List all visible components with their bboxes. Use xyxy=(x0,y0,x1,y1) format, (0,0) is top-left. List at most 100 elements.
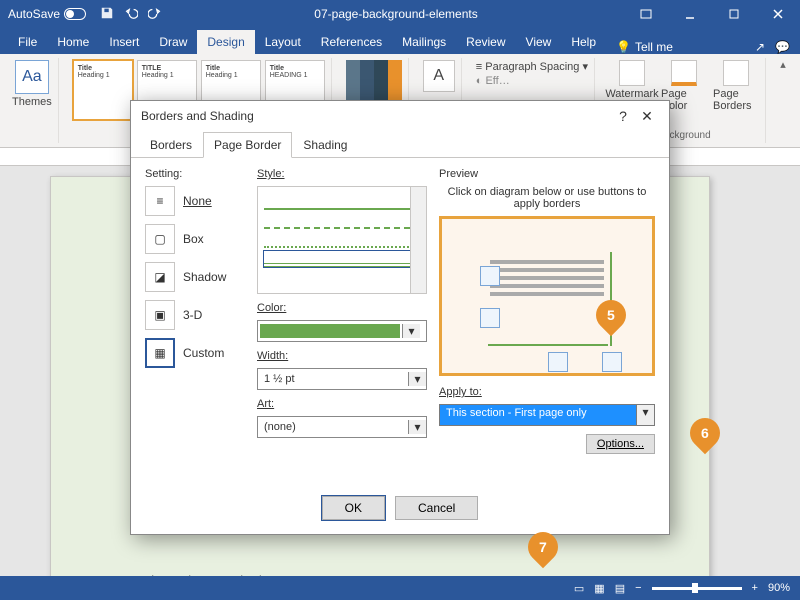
width-value: 1 ½ pt xyxy=(258,373,408,385)
tab-mailings[interactable]: Mailings xyxy=(392,30,456,54)
redo-icon[interactable] xyxy=(148,6,162,23)
chevron-down-icon: ▾ xyxy=(408,420,426,434)
shadow-icon: ◪ xyxy=(145,262,175,292)
dialog-help-icon[interactable]: ? xyxy=(611,108,635,124)
setting-custom[interactable]: ▦Custom xyxy=(145,338,245,368)
maximize-icon[interactable] xyxy=(712,0,756,28)
style-column: Style: Color: ▾ Width: 1 ½ pt▾ Art: (non… xyxy=(257,168,427,480)
border-top-button[interactable] xyxy=(480,266,500,286)
setting-box[interactable]: ▢Box xyxy=(145,224,245,254)
setting-column: Setting: ≡None ▢Box ◪Shadow ▣3-D ▦Custom xyxy=(145,168,245,480)
dialog-tab-page-border[interactable]: Page Border xyxy=(203,132,292,158)
tab-review[interactable]: Review xyxy=(456,30,515,54)
setting-shadow[interactable]: ◪Shadow xyxy=(145,262,245,292)
tab-layout[interactable]: Layout xyxy=(255,30,311,54)
themes-label: Themes xyxy=(12,96,52,108)
border-left-button[interactable] xyxy=(480,308,500,328)
setting-3d[interactable]: ▣3-D xyxy=(145,300,245,330)
dialog-tab-borders[interactable]: Borders xyxy=(139,132,203,158)
dialog-titlebar: Borders and Shading ? ✕ xyxy=(131,101,669,131)
style-option[interactable] xyxy=(264,232,420,248)
undo-icon[interactable] xyxy=(124,6,138,23)
tab-view[interactable]: View xyxy=(516,30,562,54)
preview-box xyxy=(439,216,655,376)
tell-me-search[interactable]: 💡 Tell me xyxy=(606,40,683,54)
color-label: Color: xyxy=(257,302,427,314)
zoom-out-icon[interactable]: − xyxy=(635,582,641,594)
tab-references[interactable]: References xyxy=(311,30,392,54)
scrollbar[interactable] xyxy=(410,187,426,293)
save-icon[interactable] xyxy=(100,6,114,23)
tell-me-label: Tell me xyxy=(635,40,673,54)
ribbon-tab-strip: File Home Insert Draw Design Layout Refe… xyxy=(0,28,800,54)
none-icon: ≡ xyxy=(145,186,175,216)
tab-file[interactable]: File xyxy=(8,30,47,54)
print-layout-icon[interactable]: ▦ xyxy=(594,582,604,595)
dialog-tabs: Borders Page Border Shading xyxy=(131,131,669,158)
apply-to-label: Apply to: xyxy=(439,386,655,398)
tab-design[interactable]: Design xyxy=(197,30,254,54)
setting-none[interactable]: ≡None xyxy=(145,186,245,216)
effects-button[interactable]: ◐ Eff… xyxy=(476,75,588,87)
themes-button[interactable]: Aa Themes xyxy=(12,60,52,108)
options-button[interactable]: Options... xyxy=(586,434,655,454)
art-combo[interactable]: (none)▾ xyxy=(257,416,427,438)
dialog-title: Borders and Shading xyxy=(141,109,254,123)
page-color-icon xyxy=(671,60,697,86)
style-label: Style: xyxy=(257,168,427,180)
tab-insert[interactable]: Insert xyxy=(99,30,149,54)
theme-colors[interactable] xyxy=(346,60,402,104)
apply-to-value: This section - First page only xyxy=(440,405,636,425)
preview-label: Preview xyxy=(439,168,655,180)
zoom-slider[interactable] xyxy=(652,587,742,590)
tab-home[interactable]: Home xyxy=(47,30,99,54)
autosave-toggle[interactable]: AutoSave xyxy=(0,7,94,21)
dialog-close-icon[interactable]: ✕ xyxy=(635,108,659,125)
width-combo[interactable]: 1 ½ pt▾ xyxy=(257,368,427,390)
web-layout-icon[interactable]: ▤ xyxy=(615,582,625,595)
zoom-level[interactable]: 90% xyxy=(768,582,790,594)
cancel-button[interactable]: Cancel xyxy=(395,496,478,520)
border-bottom-indicator xyxy=(488,344,608,346)
chevron-down-icon: ▾ xyxy=(402,324,420,338)
color-combo[interactable]: ▾ xyxy=(257,320,427,342)
collapse-ribbon-icon[interactable]: ▴ xyxy=(774,58,792,143)
art-label: Art: xyxy=(257,398,427,410)
title-bar: AutoSave 07-page-background-elements xyxy=(0,0,800,28)
minimize-icon[interactable] xyxy=(668,0,712,28)
borders-shading-dialog: Borders and Shading ? ✕ Borders Page Bor… xyxy=(130,100,670,535)
watermark-icon xyxy=(619,60,645,86)
border-bottom-button[interactable] xyxy=(548,352,568,372)
style-list[interactable] xyxy=(257,186,427,294)
border-right-button[interactable] xyxy=(602,352,622,372)
zoom-in-icon[interactable]: + xyxy=(752,582,758,594)
read-mode-icon[interactable]: ▭ xyxy=(574,582,584,595)
share-icon[interactable]: ↗ xyxy=(755,40,765,54)
fonts-button[interactable]: A xyxy=(423,60,455,92)
quick-access-toolbar xyxy=(94,6,168,23)
tab-draw[interactable]: Draw xyxy=(149,30,197,54)
status-bar: ▭ ▦ ▤ − + 90% xyxy=(0,576,800,600)
format-thumb[interactable]: TitleHeading 1 xyxy=(73,60,133,120)
ok-button[interactable]: OK xyxy=(322,496,385,520)
page-borders-button[interactable]: Page Borders xyxy=(713,60,759,112)
apply-to-combo[interactable]: This section - First page only ▾ xyxy=(439,404,655,426)
ribbon-display-icon[interactable] xyxy=(624,0,668,28)
paragraph-spacing-button[interactable]: ≡ Paragraph Spacing ▾ xyxy=(476,60,588,73)
color-swatch xyxy=(260,324,400,338)
threed-icon: ▣ xyxy=(145,300,175,330)
comments-icon[interactable]: 💬 xyxy=(775,40,790,54)
style-option[interactable] xyxy=(264,194,420,210)
tab-help[interactable]: Help xyxy=(561,30,606,54)
chevron-down-icon: ▾ xyxy=(636,405,654,425)
group-themes: Aa Themes xyxy=(6,58,59,143)
preview-diagram[interactable] xyxy=(482,246,612,346)
lightbulb-icon: 💡 xyxy=(616,40,631,54)
dialog-tab-shading[interactable]: Shading xyxy=(292,132,358,158)
document-title: 07-page-background-elements xyxy=(168,7,624,21)
style-option[interactable] xyxy=(264,213,420,229)
custom-icon: ▦ xyxy=(145,338,175,368)
close-icon[interactable] xyxy=(756,0,800,28)
box-icon: ▢ xyxy=(145,224,175,254)
style-option-selected[interactable] xyxy=(264,251,420,267)
